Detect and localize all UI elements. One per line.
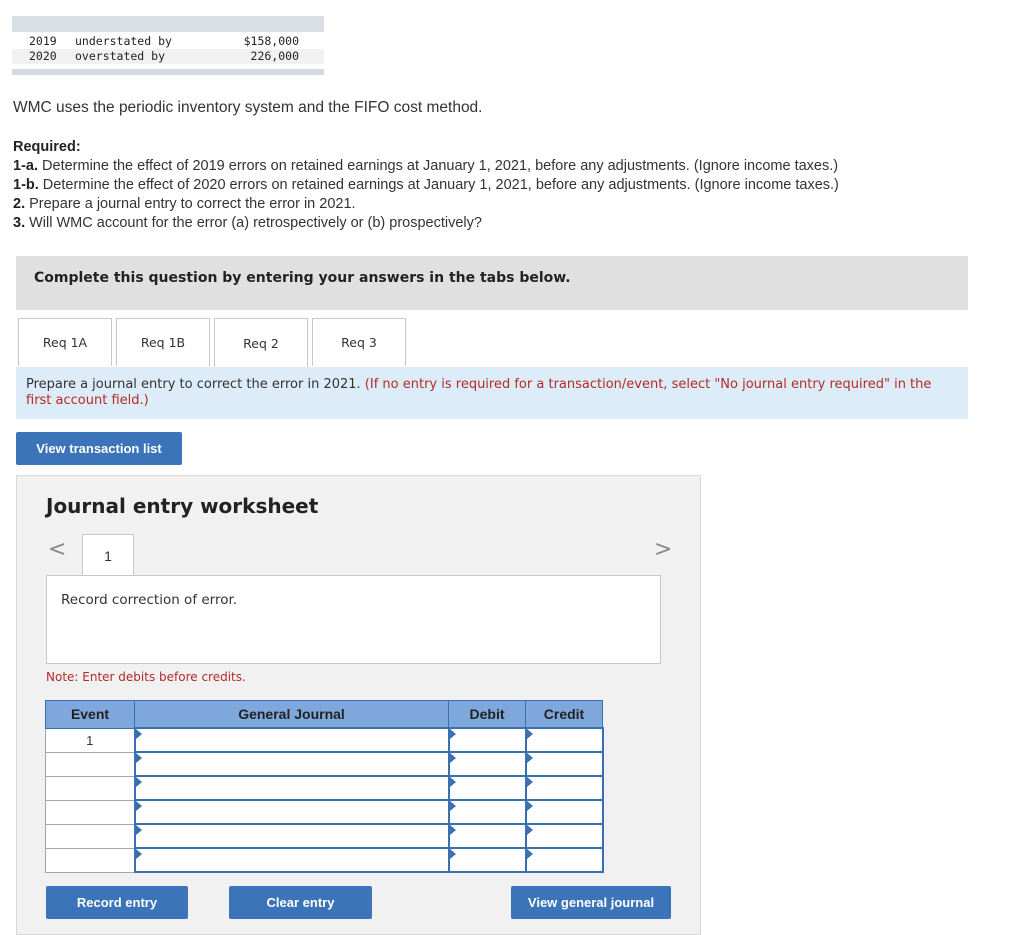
event-cell [45, 847, 135, 873]
chevron-right-icon[interactable]: > [654, 537, 672, 562]
table-row: 1 [45, 727, 604, 753]
account-input[interactable] [133, 751, 450, 777]
instruction-box: Prepare a journal entry to correct the e… [16, 367, 968, 419]
error-year: 2019 [29, 34, 57, 48]
error-table-footer-bar [12, 69, 324, 75]
error-table-header-bar [12, 16, 324, 32]
tab-req-1b[interactable]: Req 1B [116, 318, 210, 366]
event-cell [45, 751, 135, 777]
required-item: 1-a. Determine the effect of 2019 errors… [13, 158, 839, 174]
credit-input[interactable] [524, 823, 604, 849]
credit-input[interactable] [524, 727, 604, 753]
worksheet-title: Journal entry worksheet [46, 494, 319, 518]
error-amount: 226,000 [250, 49, 299, 63]
intro-text: WMC uses the periodic inventory system a… [13, 99, 483, 116]
view-general-journal-button[interactable]: View general journal [511, 886, 671, 919]
account-input[interactable] [133, 799, 450, 825]
error-table: 2019 understated by $158,000 2020 overst… [12, 16, 324, 75]
debit-input[interactable] [447, 847, 527, 873]
error-description: overstated by [75, 49, 166, 63]
error-description: understated by [75, 34, 172, 48]
debit-input[interactable] [447, 775, 527, 801]
worksheet-description: Record correction of error. [61, 592, 238, 608]
credit-input[interactable] [524, 775, 604, 801]
journal-table: Event General Journal Debit Credit 1 [45, 700, 604, 873]
error-row: 2019 understated by $158,000 [12, 34, 324, 49]
event-cell: 1 [45, 727, 135, 753]
worksheet-description-box: Record correction of error. [46, 575, 661, 664]
table-row [45, 775, 604, 801]
required-heading: Required: [13, 139, 81, 155]
error-row: 2020 overstated by 226,000 [12, 49, 324, 64]
account-input[interactable] [133, 775, 450, 801]
record-entry-button[interactable]: Record entry [46, 886, 188, 919]
tab-req-2[interactable]: Req 2 [214, 318, 308, 368]
question-panel: Complete this question by entering your … [16, 256, 968, 310]
error-year: 2020 [29, 49, 57, 63]
event-cell [45, 799, 135, 825]
account-input[interactable] [133, 727, 450, 753]
instruction-text: Prepare a journal entry to correct the e… [26, 377, 365, 392]
required-item: 3. Will WMC account for the error (a) re… [13, 215, 482, 231]
required-section: Required: 1-a. Determine the effect of 2… [13, 138, 839, 233]
event-cell [45, 775, 135, 801]
table-row [45, 823, 604, 849]
tab-req-3[interactable]: Req 3 [312, 318, 406, 366]
credit-input[interactable] [524, 751, 604, 777]
error-amount: $158,000 [243, 34, 299, 48]
debit-input[interactable] [447, 823, 527, 849]
required-item: 2. Prepare a journal entry to correct th… [13, 196, 356, 212]
credit-input[interactable] [524, 847, 604, 873]
debit-input[interactable] [447, 727, 527, 753]
debit-input[interactable] [447, 799, 527, 825]
table-row [45, 847, 604, 873]
table-row [45, 799, 604, 825]
clear-entry-button[interactable]: Clear entry [229, 886, 372, 919]
required-item: 1-b. Determine the effect of 2020 errors… [13, 177, 839, 193]
panel-heading: Complete this question by entering your … [34, 270, 571, 286]
worksheet-page-tab[interactable]: 1 [82, 534, 134, 576]
event-cell [45, 823, 135, 849]
header-event: Event [45, 700, 135, 729]
debit-input[interactable] [447, 751, 527, 777]
header-general-journal: General Journal [134, 700, 449, 729]
account-input[interactable] [133, 847, 450, 873]
worksheet-note: Note: Enter debits before credits. [46, 670, 246, 684]
header-debit: Debit [448, 700, 526, 729]
chevron-left-icon[interactable]: < [48, 537, 66, 562]
table-row [45, 751, 604, 777]
account-input[interactable] [133, 823, 450, 849]
view-transaction-list-button[interactable]: View transaction list [16, 432, 182, 465]
tab-req-1a[interactable]: Req 1A [18, 318, 112, 366]
header-credit: Credit [525, 700, 603, 729]
credit-input[interactable] [524, 799, 604, 825]
